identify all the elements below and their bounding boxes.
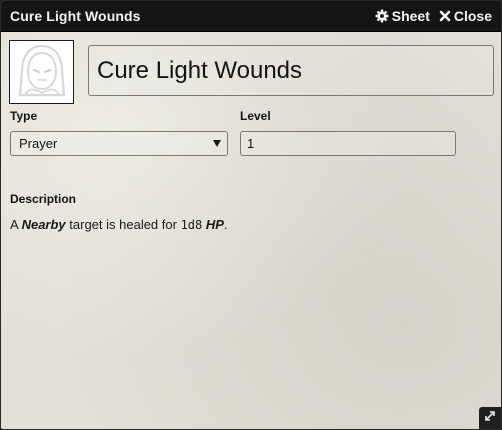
description-nearby: Nearby [21,217,66,232]
close-icon [439,10,451,22]
close-button[interactable]: Close [439,8,492,24]
level-label: Level [240,109,271,123]
chevron-down-icon [213,140,221,147]
description-text-part: A [10,217,22,232]
item-sheet-window: Cure Light Wounds Sheet Close Cure Light… [0,0,502,430]
description-text-part: . [223,217,228,232]
hooded-figure-icon [17,43,67,102]
description-text[interactable]: A Nearby target is healed for 1d8 HP. [10,217,228,232]
description-hp: HP [205,217,224,232]
resize-icon [483,409,497,428]
type-select-value: Prayer [19,136,58,151]
item-portrait[interactable] [9,40,74,104]
sheet-button-label: Sheet [391,8,430,24]
type-select[interactable]: Prayer [10,131,228,156]
level-input[interactable] [240,131,456,156]
sheet-button[interactable]: Sheet [375,8,430,24]
close-button-label: Close [453,8,492,24]
description-label: Description [10,192,77,206]
description-dice: 1d8 [180,218,203,232]
type-label: Type [10,109,38,123]
window-header[interactable]: Cure Light Wounds Sheet Close [1,1,501,32]
gear-icon [375,9,389,23]
window-resize-handle[interactable] [479,407,501,429]
item-name-input[interactable] [88,45,494,96]
window-title: Cure Light Wounds [10,8,141,24]
description-text-part: target is healed for [65,217,181,232]
